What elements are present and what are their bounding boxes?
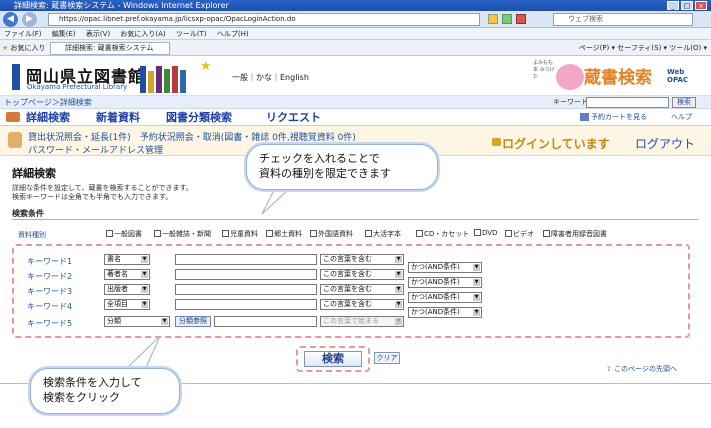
callout-top-line2: 資料の種別を限定できます — [259, 167, 391, 180]
callout-top-line1: チェックを入れることで — [259, 152, 380, 165]
callout-search-instruction: 検索条件を入力して 検索をクリック — [30, 368, 180, 414]
callout-pointer-top — [261, 187, 292, 215]
callout-pointer-bottom — [123, 335, 161, 371]
callout-pointers — [123, 187, 292, 371]
callout-material-type: チェックを入れることで 資料の種別を限定できます — [246, 144, 438, 190]
callout-bottom-line1: 検索条件を入力して — [43, 376, 142, 389]
callout-bottom-line2: 検索をクリック — [43, 391, 120, 404]
